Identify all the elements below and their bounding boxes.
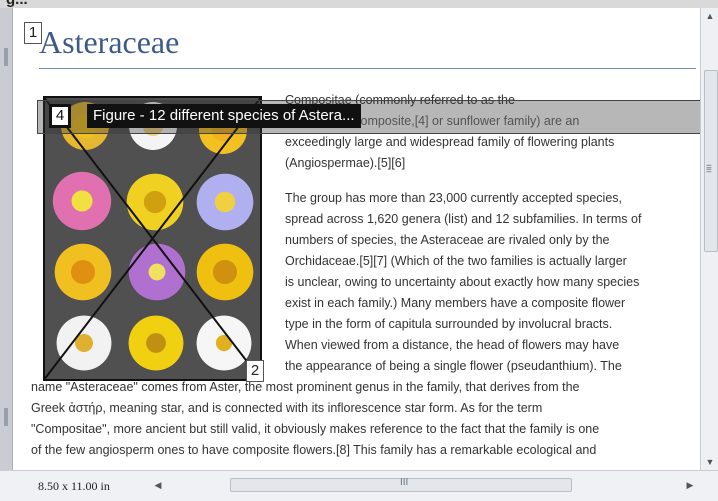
vertical-scrollbar[interactable]: ▲ = = ▼ [700, 8, 718, 470]
horizontal-scroll-grip: III [400, 477, 409, 488]
body-line[interactable]: type in the form of capitula surrounded … [285, 314, 612, 335]
scroll-grip-icon: = = [706, 162, 712, 177]
page-size-readout: 8.50 x 11.00 in [38, 479, 110, 493]
figure-caption[interactable]: Figure - 12 different species of Astera.… [87, 104, 361, 128]
body-line[interactable]: of the few angiosperm ones to have compo… [31, 440, 596, 461]
horizontal-scrollbar[interactable]: ◀ III ▶ [150, 477, 698, 493]
body-line[interactable]: When viewed from a distance, the head of… [285, 335, 619, 356]
scroll-down-arrow-icon[interactable]: ▼ [701, 454, 718, 470]
label-box-2: 2 [246, 360, 264, 382]
figure-placeholder-cross [43, 96, 262, 381]
window-title-strip: g... [0, 0, 718, 8]
body-line[interactable]: Greek ἀστήρ, meaning star, and is connec… [31, 398, 542, 419]
ruler-mark [4, 408, 8, 426]
intro-line[interactable]: (Angiospermae).[5][6] [285, 153, 405, 174]
intro-line[interactable]: exceedingly large and widespread family … [285, 132, 614, 153]
scroll-left-arrow-icon[interactable]: ◀ [150, 477, 166, 493]
label-box-4: 4 [49, 104, 71, 128]
vertical-scroll-thumb[interactable] [704, 70, 718, 252]
scroll-right-arrow-icon[interactable]: ▶ [682, 477, 698, 493]
title-underline [39, 68, 696, 69]
body-line[interactable]: spread across 1,620 genera (list) and 12… [285, 209, 641, 230]
document-title[interactable]: Asteraceae [39, 24, 179, 61]
window-title-fragment: g... [6, 0, 28, 8]
status-bar: 8.50 x 11.00 in ◀ III ▶ [0, 470, 718, 501]
label-box-1: 1 [24, 22, 42, 44]
ruler-mark [4, 48, 8, 66]
body-line[interactable]: "Compositae", more ancient but still val… [31, 419, 599, 440]
body-line[interactable]: the appearance of being a single flower … [285, 356, 622, 377]
document-page: Asteraceae Compositae (commonly referred… [13, 8, 700, 470]
vertical-ruler [0, 8, 13, 470]
body-line[interactable]: numbers of species, the Asteraceae are r… [285, 230, 610, 251]
body-line[interactable]: The group has more than 23,000 currently… [285, 188, 622, 209]
body-line[interactable]: exist in each family.) Many members have… [285, 293, 625, 314]
body-line[interactable]: is unclear, owing to uncertainty about e… [285, 272, 639, 293]
body-line[interactable]: Orchidaceae.[5][7] (Which of the two fam… [285, 251, 627, 272]
label-box-4-text: 4 [52, 107, 68, 125]
scroll-up-arrow-icon[interactable]: ▲ [701, 8, 718, 24]
